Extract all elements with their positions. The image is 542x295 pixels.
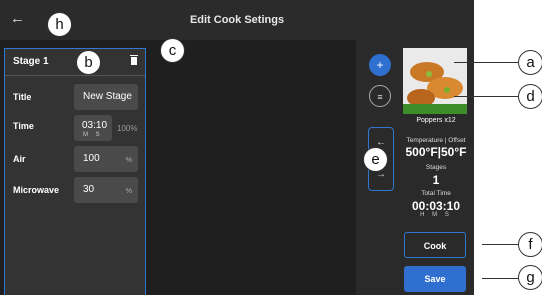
total-time-label: Total Time (421, 190, 451, 197)
save-button[interactable]: Save (404, 266, 466, 292)
microwave-unit: % (125, 188, 132, 195)
callout-g: g (518, 265, 542, 290)
microwave-field[interactable]: 30 % (74, 177, 138, 203)
stage-title-value: New Stage (83, 91, 132, 102)
air-value: 100 (83, 153, 100, 164)
cook-settings-screen: ← Edit Cook Setings Stage 1 Title New St… (0, 0, 474, 295)
temperature-label: Temperature | Offset (406, 137, 466, 144)
trash-icon[interactable] (130, 55, 138, 65)
callout-f: f (518, 232, 542, 257)
notes-icon[interactable]: ≡ (369, 85, 391, 107)
time-field[interactable]: 03:10 M S (74, 115, 112, 141)
callout-g-leader (482, 278, 520, 279)
food-image (403, 48, 467, 114)
callout-d: d (518, 84, 542, 109)
cook-button[interactable]: Cook (404, 232, 466, 258)
stage-title: Stage 1 (13, 56, 49, 67)
stage-panel[interactable]: Stage 1 Title New Stage Time 03:10 M S 1… (4, 48, 146, 295)
air-unit: % (125, 157, 132, 164)
microwave-label: Microwave (13, 185, 60, 195)
callout-a: a (518, 50, 542, 75)
stages-value: 1 (432, 173, 440, 187)
time-value: 03:10 (82, 120, 108, 131)
temperature-value: 500°F|50°F (405, 145, 467, 159)
air-label: Air (13, 154, 26, 164)
callout-b: b (76, 50, 101, 75)
time-units: M S (83, 132, 103, 138)
time-percent: 100% (117, 124, 138, 133)
title-label: Title (13, 92, 32, 102)
add-stage-button[interactable]: + (369, 54, 391, 76)
callout-e: e (363, 147, 388, 172)
callout-h: h (47, 12, 72, 37)
food-name: Poppers x12 (416, 117, 456, 124)
total-time-value: 00:03:10 (411, 199, 461, 213)
callout-c: c (160, 38, 185, 63)
stages-label: Stages (425, 164, 447, 171)
callout-a-leader (454, 62, 520, 63)
microwave-value: 30 (83, 184, 95, 195)
stage-title-field[interactable]: New Stage (74, 84, 138, 110)
air-field[interactable]: 100 % (74, 146, 138, 172)
callout-d-leader (454, 96, 520, 97)
time-label: Time (13, 121, 34, 131)
total-time-units: H M S (420, 212, 452, 218)
callout-f-leader (482, 244, 520, 245)
stage-header: Stage 1 (5, 49, 145, 76)
